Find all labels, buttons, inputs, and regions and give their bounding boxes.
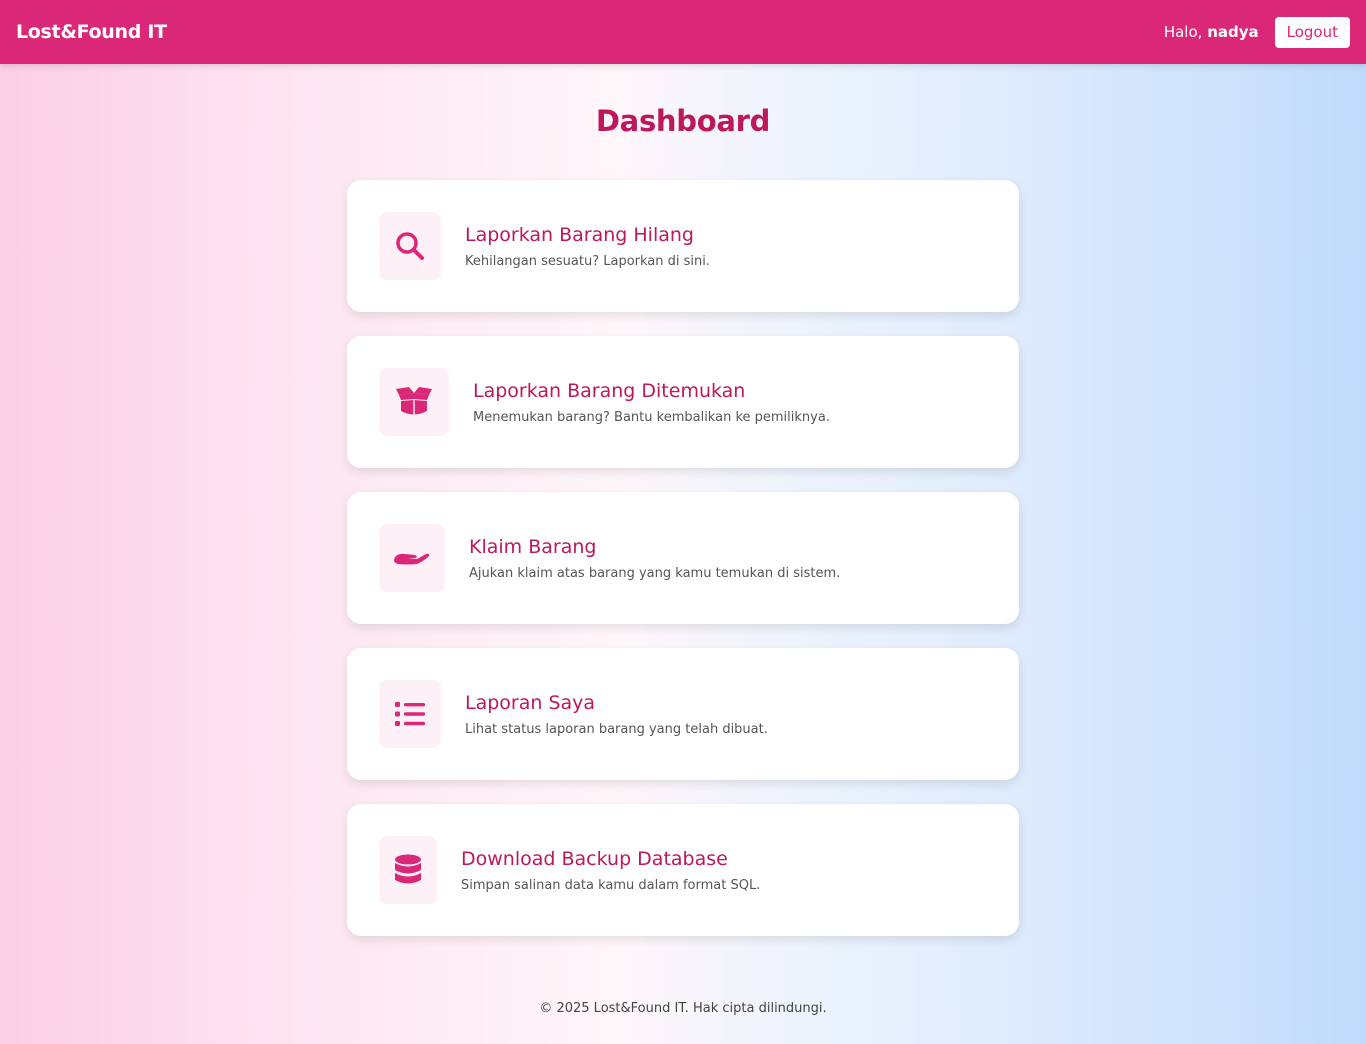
greeting-prefix: Halo,: [1163, 23, 1208, 41]
card-description: Ajukan klaim atas barang yang kamu temuk…: [469, 565, 841, 581]
card-description: Kehilangan sesuatu? Laporkan di sini.: [465, 253, 711, 269]
card-title: Download Backup Database: [461, 847, 728, 870]
page-title: Dashboard: [595, 104, 771, 138]
box-open-icon: [379, 368, 449, 436]
card-report-found[interactable]: Laporkan Barang Ditemukan Menemukan bara…: [347, 336, 1019, 468]
footer-copyright: © 2025 Lost&Found IT. Hak cipta dilindun…: [539, 1001, 827, 1016]
list-icon: [379, 680, 441, 748]
dashboard-menu: Laporkan Barang Hilang Kehilangan sesuat…: [347, 180, 1019, 960]
card-title: Laporan Saya: [465, 691, 596, 714]
logout-button[interactable]: Logout: [1274, 16, 1350, 48]
card-description: Menemukan barang? Bantu kembalikan ke pe…: [473, 409, 830, 425]
search-icon: [379, 212, 441, 280]
username: nadya: [1207, 23, 1259, 41]
card-title: Laporkan Barang Hilang: [465, 223, 694, 246]
user-area: Halo, nadya Logout: [1164, 16, 1350, 48]
card-claim-item[interactable]: Klaim Barang Ajukan klaim atas barang ya…: [347, 492, 1019, 624]
database-icon: [379, 836, 437, 904]
navbar: Lost&Found IT Halo, nadya Logout: [0, 0, 1366, 64]
card-description: Simpan salinan data kamu dalam format SQ…: [461, 877, 761, 893]
greeting: Halo, nadya: [1164, 23, 1259, 41]
brand-logo[interactable]: Lost&Found IT: [16, 21, 167, 43]
card-my-reports[interactable]: Laporan Saya Lihat status laporan barang…: [347, 648, 1019, 780]
card-title: Klaim Barang: [469, 535, 597, 558]
card-backup-database[interactable]: Download Backup Database Simpan salinan …: [347, 804, 1019, 936]
card-report-lost[interactable]: Laporkan Barang Hilang Kehilangan sesuat…: [347, 180, 1019, 312]
card-description: Lihat status laporan barang yang telah d…: [465, 721, 768, 737]
hand-icon: [379, 524, 445, 592]
card-title: Laporkan Barang Ditemukan: [473, 379, 746, 402]
